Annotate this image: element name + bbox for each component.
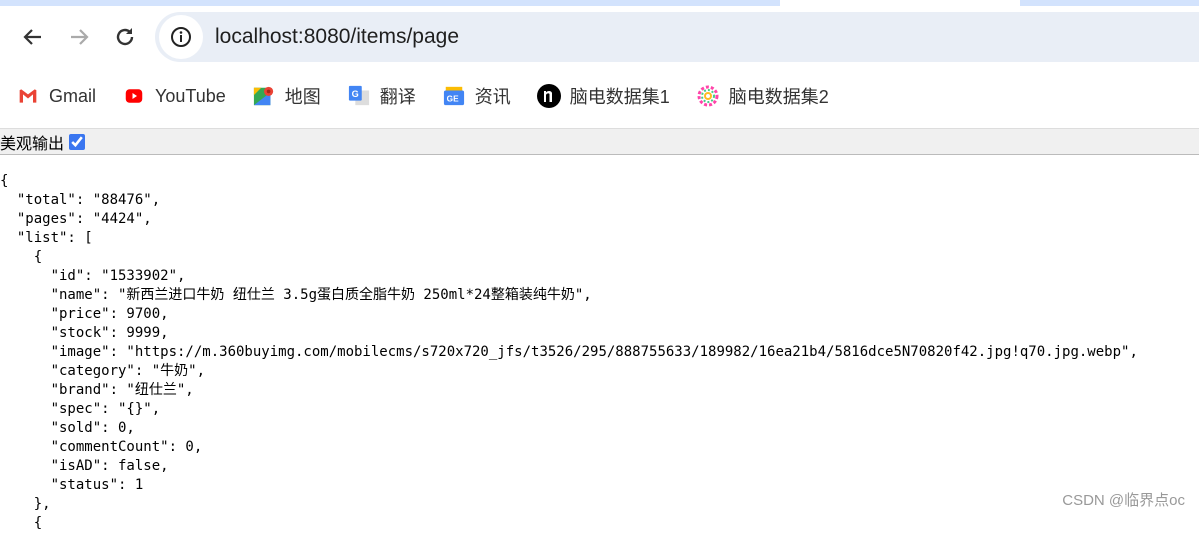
bookmark-translate[interactable]: G 翻译 — [347, 83, 416, 109]
pretty-print-checkbox[interactable] — [69, 133, 86, 150]
address-bar[interactable]: localhost:8080/items/page — [155, 12, 1199, 62]
watermark: CSDN @临界点oc — [1062, 492, 1185, 509]
forward-button[interactable] — [59, 17, 99, 57]
bookmark-colorful-ring[interactable]: 脑电数据集2 — [696, 83, 829, 109]
reload-button[interactable] — [105, 17, 145, 57]
news-icon: GE — [442, 84, 466, 108]
arrow-left-icon — [23, 29, 41, 45]
bookmarks-bar: Gmail YouTube 地图 G 翻译 GE 资讯 脑电数据集1 脑电数据集2 — [0, 69, 1199, 123]
json-output: { "total": "88476", "pages": "4424", "li… — [0, 173, 1138, 531]
maps-icon — [252, 84, 276, 108]
bookmark-maps[interactable]: 地图 — [252, 83, 321, 109]
arrow-right-icon — [71, 29, 89, 45]
bookmark-label: 脑电数据集2 — [728, 87, 829, 107]
svg-text:G: G — [351, 89, 358, 99]
active-tab[interactable] — [780, 0, 1020, 6]
site-info-button[interactable] — [159, 15, 203, 59]
reload-icon — [116, 28, 134, 46]
svg-text:GE: GE — [446, 95, 458, 104]
bookmark-label: 资讯 — [474, 87, 511, 107]
pretty-print-bar: 美观输出 — [0, 128, 1199, 155]
bookmark-gmail[interactable]: Gmail — [16, 84, 96, 108]
info-icon — [171, 27, 191, 47]
url-text[interactable]: localhost:8080/items/page — [215, 25, 459, 49]
back-button[interactable] — [13, 17, 53, 57]
gmail-icon — [16, 84, 40, 108]
tab-strip — [0, 0, 1199, 6]
bookmark-label: 脑电数据集1 — [569, 87, 670, 107]
n-logo-icon — [536, 84, 561, 108]
bookmark-label: 翻译 — [379, 87, 416, 107]
pretty-print-label: 美观输出 — [0, 135, 65, 153]
colorful-ring-icon — [696, 84, 720, 108]
browser-toolbar: localhost:8080/items/page — [0, 5, 1199, 69]
bookmark-n-logo[interactable]: 脑电数据集1 — [536, 83, 670, 109]
translate-icon: G — [347, 84, 371, 108]
bookmark-label: 地图 — [284, 87, 321, 107]
bookmark-label: YouTube — [155, 85, 226, 106]
bookmark-youtube[interactable]: YouTube — [122, 84, 226, 108]
youtube-icon — [122, 84, 146, 108]
bookmark-news[interactable]: GE 资讯 — [442, 83, 511, 109]
bookmark-label: Gmail — [49, 85, 97, 106]
